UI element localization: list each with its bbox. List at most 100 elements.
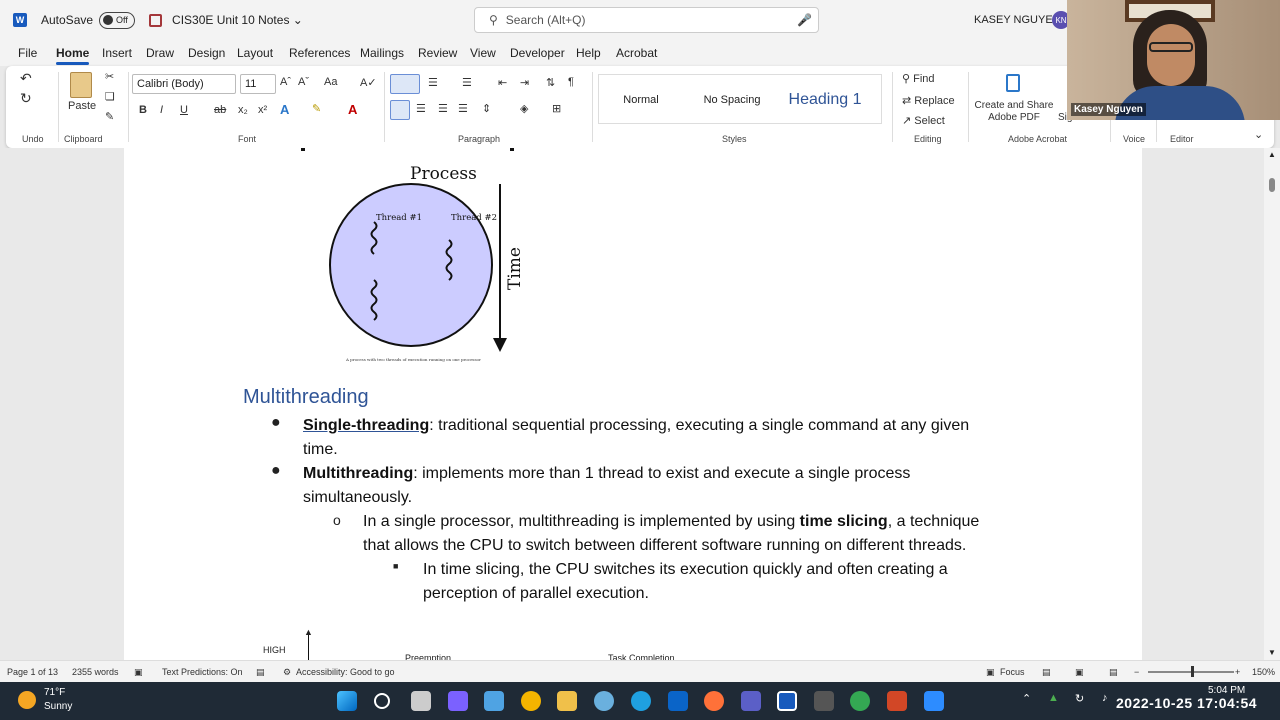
search-icon[interactable] (374, 693, 390, 709)
autosave-toggle[interactable]: Off (99, 11, 136, 29)
text-effects-icon[interactable]: A (280, 102, 289, 117)
macro-icon[interactable]: ▤ (256, 667, 265, 678)
microphone-icon[interactable]: 🎤 (797, 13, 812, 27)
superscript-icon[interactable]: x² (258, 104, 267, 116)
bold-icon[interactable]: B (139, 104, 147, 116)
user-name[interactable]: KASEY NGUYEN (974, 14, 1061, 26)
tab-acrobat[interactable]: Acrobat (616, 46, 657, 60)
sub-bullet-time-slicing[interactable]: In a single processor, multithreading is… (363, 510, 979, 534)
firefox-icon[interactable] (704, 691, 724, 711)
windows-start-icon[interactable] (337, 691, 357, 711)
scroll-up-icon[interactable]: ▲ (1268, 150, 1276, 159)
tab-design[interactable]: Design (188, 46, 225, 60)
zoom-level[interactable]: 150% (1252, 667, 1275, 677)
document-title[interactable]: CIS30E Unit 10 Notes ⌄ (172, 13, 303, 27)
font-size-dropdown[interactable]: 11 (240, 74, 276, 94)
zoom-in-icon[interactable]: + (1235, 667, 1240, 677)
pdf-icon[interactable] (1006, 74, 1020, 92)
paste-icon[interactable] (70, 72, 92, 98)
sync-icon[interactable]: ↻ (1075, 692, 1084, 705)
vertical-scrollbar[interactable]: ▲ ▼ (1264, 148, 1280, 660)
chrome-profile-icon[interactable] (850, 691, 870, 711)
borders-icon[interactable]: ⊞ (552, 102, 561, 115)
copy-icon[interactable]: ❏ (105, 90, 115, 103)
file-explorer-icon[interactable] (557, 691, 577, 711)
heading-multithreading[interactable]: Multithreading (243, 386, 369, 409)
accessibility-icon[interactable]: ⚙ (283, 667, 291, 678)
focus-icon[interactable]: ▣ (986, 667, 995, 678)
word-taskbar-icon[interactable] (777, 691, 797, 711)
zoom-out-icon[interactable]: − (1134, 667, 1139, 677)
tab-help[interactable]: Help (576, 46, 601, 60)
scroll-down-icon[interactable]: ▼ (1268, 648, 1276, 657)
tab-developer[interactable]: Developer (510, 46, 565, 60)
task-view-icon[interactable] (411, 691, 431, 711)
text-predictions[interactable]: Text Predictions: On (162, 667, 243, 677)
print-layout-icon[interactable]: ▣ (1075, 667, 1084, 678)
powerpoint-icon[interactable] (887, 691, 907, 711)
bullet-multithreading[interactable]: Multithreading: implements more than 1 t… (303, 462, 910, 486)
read-mode-icon[interactable]: ▤ (1042, 667, 1051, 678)
tab-file[interactable]: File (18, 46, 37, 60)
scroll-thumb[interactable] (1269, 178, 1275, 192)
style-no-spacing[interactable]: No Spacing (692, 80, 772, 120)
mail-icon[interactable] (668, 691, 688, 711)
clear-formatting-icon[interactable]: A✓ (360, 76, 377, 89)
search-box[interactable]: ⚲ Search (Alt+Q) 🎤 (474, 7, 819, 33)
chrome-icon[interactable] (521, 691, 541, 711)
shading-icon[interactable]: ◈ (520, 102, 528, 115)
line-spacing-icon[interactable]: ⇕ (482, 102, 491, 115)
sub-sub-bullet[interactable]: In time slicing, the CPU switches its ex… (423, 558, 948, 582)
focus-button[interactable]: Focus (1000, 667, 1025, 677)
zoom-slider-thumb[interactable] (1191, 666, 1194, 677)
find-button[interactable]: ⚲ Find (902, 72, 935, 85)
decrease-indent-icon[interactable]: ⇤ (498, 76, 507, 89)
create-share-pdf-button[interactable]: Create and Share Adobe PDF (974, 100, 1054, 124)
tab-mailings[interactable]: Mailings (360, 46, 404, 60)
network-icon[interactable]: ▲ (1048, 692, 1059, 704)
teams-chat-icon[interactable] (448, 691, 468, 711)
undo-icon[interactable]: ↶ (20, 70, 32, 87)
app-icon[interactable] (814, 691, 834, 711)
increase-indent-icon[interactable]: ⇥ (520, 76, 529, 89)
sort-icon[interactable]: ⇅ (546, 76, 555, 89)
tab-layout[interactable]: Layout (237, 46, 273, 60)
align-left-icon[interactable] (390, 100, 410, 120)
font-name-dropdown[interactable]: Calibri (Body) (132, 74, 236, 94)
align-center-icon[interactable]: ☰ (416, 102, 426, 115)
style-heading-1[interactable]: Heading 1 (782, 80, 868, 120)
bullet-single-threading[interactable]: Single-threading: traditional sequential… (303, 414, 969, 438)
shrink-font-icon[interactable]: Aˇ (298, 76, 309, 88)
store-icon[interactable] (484, 691, 504, 711)
edge-icon[interactable] (631, 691, 651, 711)
word-count[interactable]: 2355 words (72, 667, 119, 677)
weather-temp[interactable]: 71°F (44, 687, 65, 698)
save-icon[interactable] (149, 13, 163, 27)
app-icon[interactable] (594, 691, 614, 711)
page-count[interactable]: Page 1 of 13 (7, 667, 58, 677)
multilevel-list-icon[interactable]: ☰ (462, 76, 472, 89)
bullets-icon[interactable] (390, 74, 420, 94)
cut-icon[interactable]: ✂ (105, 70, 114, 83)
tab-references[interactable]: References (289, 46, 350, 60)
tab-draw[interactable]: Draw (146, 46, 174, 60)
format-painter-icon[interactable]: ✎ (105, 110, 114, 123)
accessibility-status[interactable]: Accessibility: Good to go (296, 667, 395, 677)
style-normal[interactable]: Normal (604, 80, 678, 120)
weather-condition[interactable]: Sunny (44, 701, 72, 712)
change-case-icon[interactable]: Aa (324, 76, 337, 88)
teams-icon[interactable] (741, 691, 761, 711)
italic-icon[interactable]: I (160, 104, 163, 116)
redo-icon[interactable]: ↻ (20, 90, 32, 107)
chevron-up-icon[interactable]: ⌃ (1022, 692, 1031, 705)
highlight-icon[interactable]: ✎ (312, 102, 321, 115)
underline-icon[interactable]: U (180, 104, 188, 116)
select-button[interactable]: ↗ Select (902, 114, 945, 127)
replace-button[interactable]: ⇄ Replace (902, 94, 955, 107)
numbering-icon[interactable]: ☰ (428, 76, 438, 89)
collapse-ribbon-icon[interactable]: ⌄ (1254, 128, 1263, 141)
subscript-icon[interactable]: x₂ (238, 104, 248, 116)
show-marks-icon[interactable]: ¶ (568, 76, 574, 88)
justify-icon[interactable]: ☰ (458, 102, 468, 115)
tab-review[interactable]: Review (418, 46, 457, 60)
